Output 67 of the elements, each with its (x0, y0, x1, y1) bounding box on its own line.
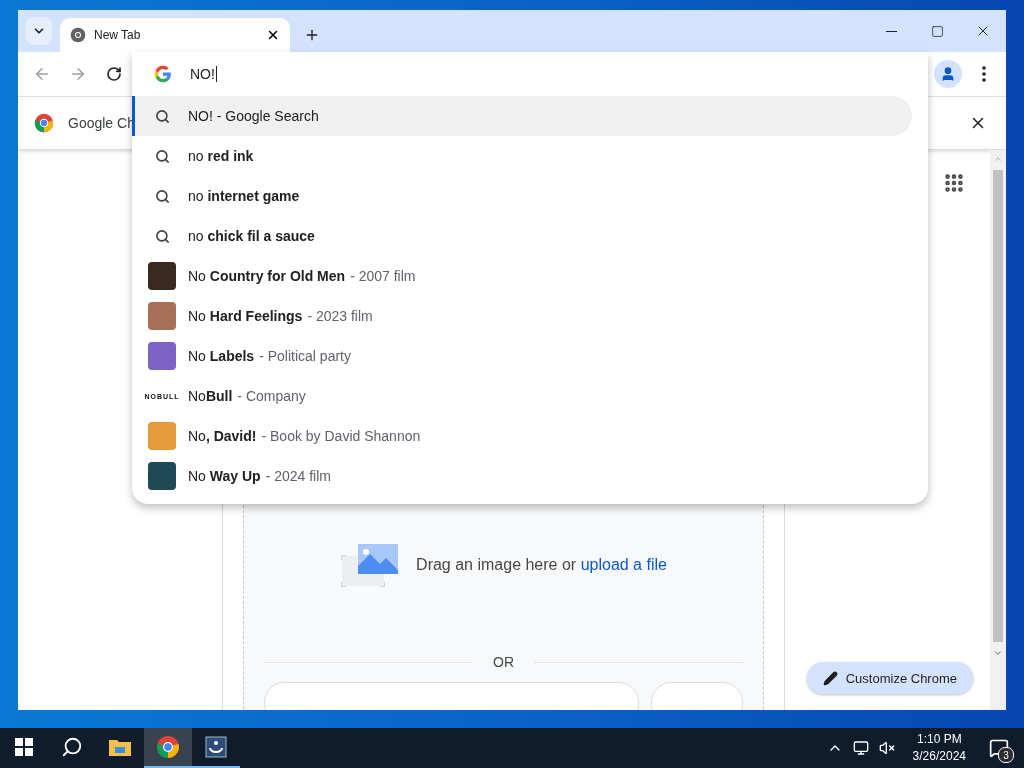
suggestion-item[interactable]: NO! - Google Search (132, 96, 912, 136)
suggestion-item[interactable]: no red ink (132, 136, 912, 176)
suggestion-item[interactable]: no internet game (132, 176, 912, 216)
tab-search-button[interactable] (26, 17, 52, 45)
network-icon[interactable] (852, 740, 869, 756)
folder-icon (109, 738, 131, 756)
suggestion-text: No Labels (188, 348, 255, 364)
pencil-icon (822, 670, 838, 686)
apps-grid-icon[interactable] (943, 172, 965, 194)
suggestion-item[interactable]: No, David! - Book by David Shannon (132, 416, 912, 456)
suggestion-text: no chick fil a sauce (188, 228, 315, 244)
chrome-logo-icon (156, 735, 180, 759)
scroll-down-icon[interactable] (993, 648, 1003, 658)
taskbar-app[interactable] (144, 728, 192, 768)
menu-dots-icon (982, 66, 986, 82)
customize-chrome-button[interactable]: Customize Chrome (806, 662, 973, 694)
upload-link[interactable]: upload a file (580, 556, 667, 573)
minimize-icon (885, 30, 897, 32)
chrome-logo-icon (34, 113, 54, 133)
drop-prompt: Drag an image here or upload a file (416, 556, 667, 574)
tab-title: New Tab (94, 28, 142, 42)
suggestion-text: NO! - Google Search (188, 108, 319, 124)
suggestion-detail: - 2007 film (350, 268, 416, 284)
suggestion-item[interactable]: No Country for Old Men - 2007 film (132, 256, 912, 296)
suggestion-item[interactable]: No Way Up - 2024 film (132, 456, 912, 496)
app-icon (205, 736, 227, 758)
search-icon (154, 108, 170, 124)
suggestion-item[interactable]: No Labels - Political party (132, 336, 912, 376)
browser-tab[interactable]: New Tab (60, 18, 290, 52)
suggestion-detail: - Company (237, 388, 306, 404)
notification-button[interactable]: 3 (984, 733, 1014, 763)
muted-speaker-icon[interactable] (878, 740, 895, 756)
scrollbar[interactable] (990, 150, 1006, 710)
plus-icon (304, 27, 320, 43)
image-icon (340, 542, 401, 588)
person-icon (940, 66, 956, 82)
suggestion-item[interactable]: no chick fil a sauce (132, 216, 912, 256)
suggestion-detail: - 2024 film (265, 468, 331, 484)
suggestion-text: NoBull (188, 388, 233, 404)
close-icon[interactable] (266, 28, 280, 42)
suggestion-text: no internet game (188, 188, 300, 204)
search-icon (61, 736, 83, 758)
search-icon (154, 228, 170, 244)
search-icon (154, 148, 170, 164)
suggestion-text: No Way Up (188, 468, 261, 484)
windows-logo-icon (15, 738, 33, 756)
forward-arrow-icon (69, 65, 87, 83)
suggestion-detail: - Book by David Shannon (261, 428, 421, 444)
clock[interactable]: 1:10 PM 3/26/2024 (912, 731, 966, 765)
notification-count: 3 (998, 747, 1014, 763)
suggestion-text: No Hard Feelings (188, 308, 303, 324)
address-input[interactable]: NO! (190, 66, 217, 82)
suggestion-text: No Country for Old Men (188, 268, 346, 284)
suggestion-detail: - Political party (259, 348, 351, 364)
divider-label: OR (493, 654, 514, 670)
maximize-icon (930, 24, 944, 38)
suggestion-text: no red ink (188, 148, 254, 164)
chrome-icon (70, 27, 86, 43)
message-icon (989, 738, 1009, 758)
profile-button[interactable] (934, 60, 962, 88)
suggestion-detail: - 2023 film (307, 308, 373, 324)
google-logo-icon (154, 65, 172, 83)
scrollbar-thumb[interactable] (993, 170, 1003, 642)
suggestion-text: No, David! (188, 428, 257, 444)
search-icon (154, 188, 170, 204)
reload-icon (106, 66, 122, 82)
suggestion-item[interactable]: No Hard Feelings - 2023 film (132, 296, 912, 336)
